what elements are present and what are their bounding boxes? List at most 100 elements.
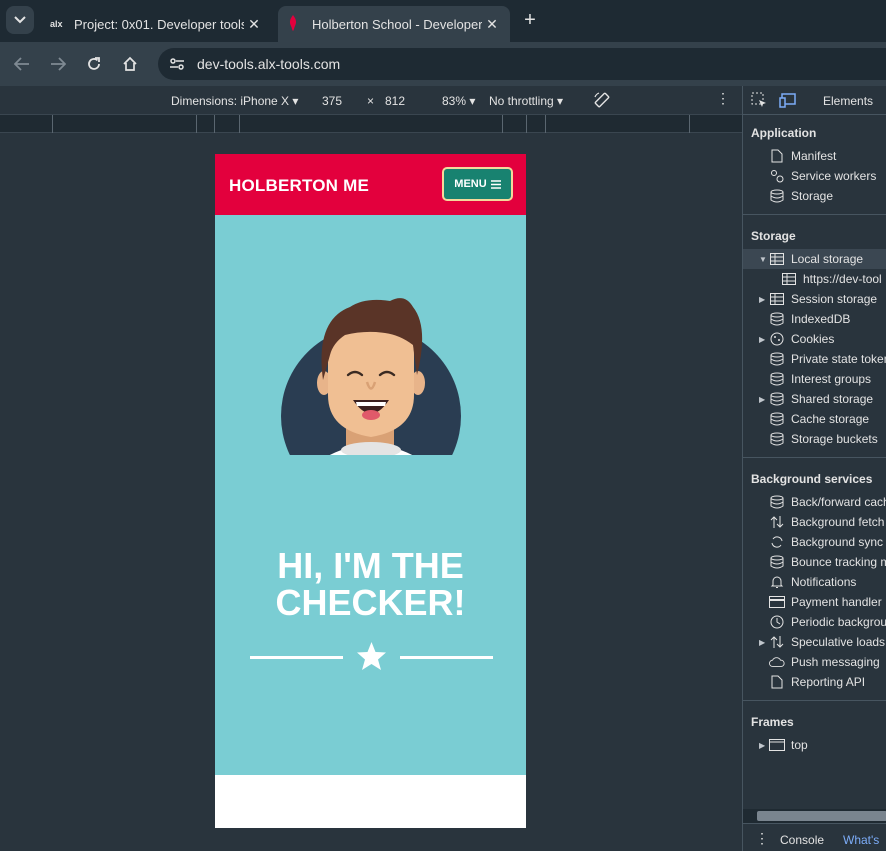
table-icon — [769, 251, 785, 267]
up-down-arrows-icon — [769, 514, 785, 530]
star-divider — [250, 642, 493, 670]
devtools-panel: Elements Application Manifest Service wo… — [742, 86, 886, 851]
tab-search-button[interactable] — [6, 6, 34, 34]
tab-holberton[interactable]: Holberton School - Developer t ✕ — [278, 6, 510, 42]
sidebar-item-storage-app[interactable]: Storage — [743, 186, 886, 206]
cookie-icon — [769, 331, 785, 347]
zoom-select[interactable]: 83% ▾ — [442, 94, 475, 108]
tab-strip: alx Project: 0x01. Developer tools | ✕ H… — [0, 0, 886, 42]
horizontal-scrollbar[interactable] — [743, 809, 886, 823]
forward-arrow-icon — [51, 57, 66, 71]
sidebar-item-label: Background sync — [791, 535, 884, 549]
database-icon — [769, 371, 785, 387]
dimensions-label: Dimensions: iPhone X — [171, 94, 290, 108]
bell-icon — [769, 574, 785, 590]
hero-title: HI, I'M THE CHECKER! — [215, 547, 526, 621]
database-icon — [769, 351, 785, 367]
sidebar-item-frame-top[interactable]: ▶ top — [743, 735, 886, 755]
home-icon — [123, 56, 137, 71]
sidebar-item-background-fetch[interactable]: Background fetch — [743, 512, 886, 532]
sidebar-item-label: Cookies — [791, 332, 835, 346]
sidebar-item-payment-handler[interactable]: Payment handler — [743, 592, 886, 612]
sidebar-item-back-forward-cache[interactable]: Back/forward cach — [743, 492, 886, 512]
tab-console[interactable]: Console — [780, 833, 824, 847]
close-icon[interactable]: ✕ — [244, 16, 264, 33]
height-field[interactable]: 812 — [385, 94, 405, 108]
sidebar-item-notifications[interactable]: Notifications — [743, 572, 886, 592]
star-icon — [357, 642, 386, 670]
collapsed-arrow-icon[interactable]: ▶ — [759, 335, 769, 344]
reload-button[interactable] — [82, 52, 106, 76]
sidebar-item-reporting-api[interactable]: Reporting API — [743, 672, 886, 692]
sidebar-item-session-storage[interactable]: ▶ Session storage — [743, 289, 886, 309]
sidebar-item-background-sync[interactable]: Background sync — [743, 532, 886, 552]
sidebar-item-storage-buckets[interactable]: Storage buckets — [743, 429, 886, 449]
width-field[interactable]: 375 — [322, 94, 342, 108]
back-arrow-icon — [14, 57, 29, 71]
tab-elements[interactable]: Elements — [823, 94, 873, 108]
more-tabs-icon[interactable]: ⋮ — [755, 830, 769, 847]
sidebar-item-periodic-background-sync[interactable]: Periodic backgrou — [743, 612, 886, 632]
site-info-icon[interactable] — [162, 52, 192, 76]
section-background-services-title: Background services — [751, 472, 873, 486]
sidebar-item-private-state-tokens[interactable]: Private state token — [743, 349, 886, 369]
collapsed-arrow-icon[interactable]: ▶ — [759, 295, 769, 304]
cloud-icon — [769, 654, 785, 670]
site-brand[interactable]: HOLBERTON ME — [229, 176, 369, 196]
sidebar-item-indexeddb[interactable]: IndexedDB — [743, 309, 886, 329]
home-button[interactable] — [118, 52, 142, 76]
sidebar-item-local-storage-origin[interactable]: https://dev-tool — [743, 269, 886, 289]
sidebar-item-label: Storage buckets — [791, 432, 878, 446]
new-tab-button[interactable]: + — [520, 10, 540, 30]
rotate-icon[interactable] — [593, 91, 611, 112]
inspect-element-icon[interactable] — [751, 92, 769, 108]
close-icon[interactable]: ✕ — [482, 16, 502, 33]
more-options-icon[interactable]: ⋮ — [716, 90, 730, 107]
hero-section: HI, I'M THE CHECKER! — [215, 215, 526, 775]
sidebar-item-manifest[interactable]: Manifest — [743, 146, 886, 166]
address-bar[interactable]: dev-tools.alx-tools.com — [158, 48, 886, 80]
sidebar-item-cookies[interactable]: ▶ Cookies — [743, 329, 886, 349]
collapsed-arrow-icon[interactable]: ▶ — [759, 741, 769, 750]
forward-button[interactable] — [46, 52, 70, 76]
sidebar-item-push-messaging[interactable]: Push messaging — [743, 652, 886, 672]
sidebar-item-bounce-tracking[interactable]: Bounce tracking m — [743, 552, 886, 572]
sidebar-item-cache-storage[interactable]: Cache storage — [743, 409, 886, 429]
scrollbar-thumb[interactable] — [757, 811, 886, 821]
sidebar-item-interest-groups[interactable]: Interest groups — [743, 369, 886, 389]
expanded-arrow-icon[interactable]: ▼ — [759, 255, 769, 264]
holberton-flame-icon — [288, 15, 306, 33]
sidebar-item-label: Periodic backgrou — [791, 615, 886, 629]
back-button[interactable] — [10, 52, 34, 76]
sidebar-item-service-workers[interactable]: Service workers — [743, 166, 886, 186]
sidebar-item-label: Manifest — [791, 149, 837, 163]
menu-button[interactable]: MENU — [442, 167, 513, 201]
sidebar-item-label: top — [791, 738, 808, 752]
sidebar-item-speculative-loads[interactable]: ▶ Speculative loads — [743, 632, 886, 652]
dimensions-select[interactable]: Dimensions: iPhone X ▾ — [171, 94, 298, 108]
database-icon — [769, 554, 785, 570]
section-application-title: Application — [751, 126, 817, 140]
sidebar-item-local-storage[interactable]: ▼ Local storage — [743, 249, 886, 269]
tab-whats-new[interactable]: What's n — [843, 833, 886, 851]
sidebar-item-label: Speculative loads — [791, 635, 886, 649]
database-icon — [769, 391, 785, 407]
document-icon — [769, 148, 785, 164]
sidebar-item-label: Local storage — [791, 252, 864, 266]
sidebar-item-shared-storage[interactable]: ▶ Shared storage — [743, 389, 886, 409]
sidebar-item-label: Back/forward cach — [791, 495, 886, 509]
sidebar-item-label: Notifications — [791, 575, 857, 589]
device-toggle-icon[interactable] — [779, 92, 797, 108]
device-toolbar: Dimensions: iPhone X ▾ 375 × 812 83% ▾ N… — [0, 86, 742, 114]
throttling-select[interactable]: No throttling ▾ — [489, 94, 563, 108]
collapsed-arrow-icon[interactable]: ▶ — [759, 395, 769, 404]
alx-favicon-icon: alx — [50, 19, 63, 29]
browser-toolbar: dev-tools.alx-tools.com — [0, 42, 886, 86]
reload-icon — [88, 57, 100, 70]
sidebar-item-label: Interest groups — [791, 372, 872, 386]
collapsed-arrow-icon[interactable]: ▶ — [759, 638, 769, 647]
sidebar-item-label: Shared storage — [791, 392, 874, 406]
tab-project[interactable]: alx Project: 0x01. Developer tools | ✕ — [40, 6, 272, 42]
site-header: HOLBERTON ME MENU — [215, 154, 526, 215]
database-icon — [769, 494, 785, 510]
